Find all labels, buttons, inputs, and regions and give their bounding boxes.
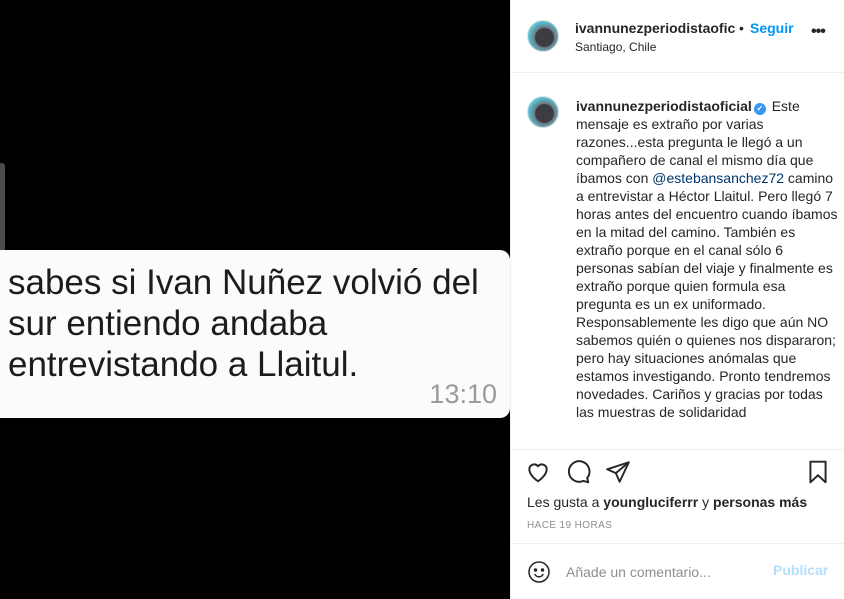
post-side-panel: ivannunezperiodistaofic • Seguir Santiag…	[510, 0, 844, 599]
avatar[interactable]	[527, 20, 559, 52]
heart-icon[interactable]	[525, 459, 555, 489]
caption-username[interactable]: ivannunezperiodistaoficial	[576, 98, 752, 114]
caption-text: ivannunezperiodistaoficial ✓ Este mensaje…	[576, 97, 838, 421]
likes-user[interactable]: youngluciferrr	[603, 494, 698, 510]
likes-prefix: Les gusta a	[527, 494, 604, 510]
post-header: ivannunezperiodistaofic • Seguir Santiag…	[511, 0, 844, 73]
message-time: 13:10	[429, 379, 497, 409]
likes-others[interactable]: personas más	[713, 494, 807, 510]
caption-section: ivannunezperiodistaoficial ✓ Este mensaje…	[511, 74, 844, 450]
more-horizontal-icon[interactable]: •••	[811, 24, 831, 45]
smiley-icon[interactable]	[527, 560, 553, 586]
location-link[interactable]: Santiago, Chile	[575, 40, 656, 54]
caption-avatar[interactable]	[527, 96, 559, 128]
bookmark-icon[interactable]	[805, 459, 835, 489]
comment-bar: Publicar	[511, 543, 844, 599]
comment-input[interactable]	[566, 561, 766, 583]
caption-mention[interactable]: @estebansanchez72	[652, 170, 784, 186]
publish-button[interactable]: Publicar	[773, 562, 828, 578]
message-text: sabes si Ivan Nuñez volvió del sur entie…	[8, 263, 479, 384]
post-actions	[511, 455, 844, 495]
caption-body-end: camino a entrevistar a Héctor Llaitul. P…	[576, 170, 838, 420]
likes-summary: Les gusta a youngluciferrr y personas má…	[527, 494, 807, 510]
post-media[interactable]: sabes si Ivan Nuñez volvió del sur entie…	[0, 0, 510, 599]
likes-middle: y	[698, 494, 713, 510]
comment-icon[interactable]	[565, 459, 595, 489]
share-icon[interactable]	[605, 459, 635, 489]
post-timestamp[interactable]: HACE 19 HORAS	[527, 520, 612, 531]
message-bubble: sabes si Ivan Nuñez volvió del sur entie…	[0, 250, 510, 418]
header-username[interactable]: ivannunezperiodistaofic	[575, 20, 735, 36]
header-separator: •	[739, 20, 744, 36]
verified-badge-icon: ✓	[753, 103, 766, 115]
follow-button[interactable]: Seguir	[750, 20, 794, 36]
